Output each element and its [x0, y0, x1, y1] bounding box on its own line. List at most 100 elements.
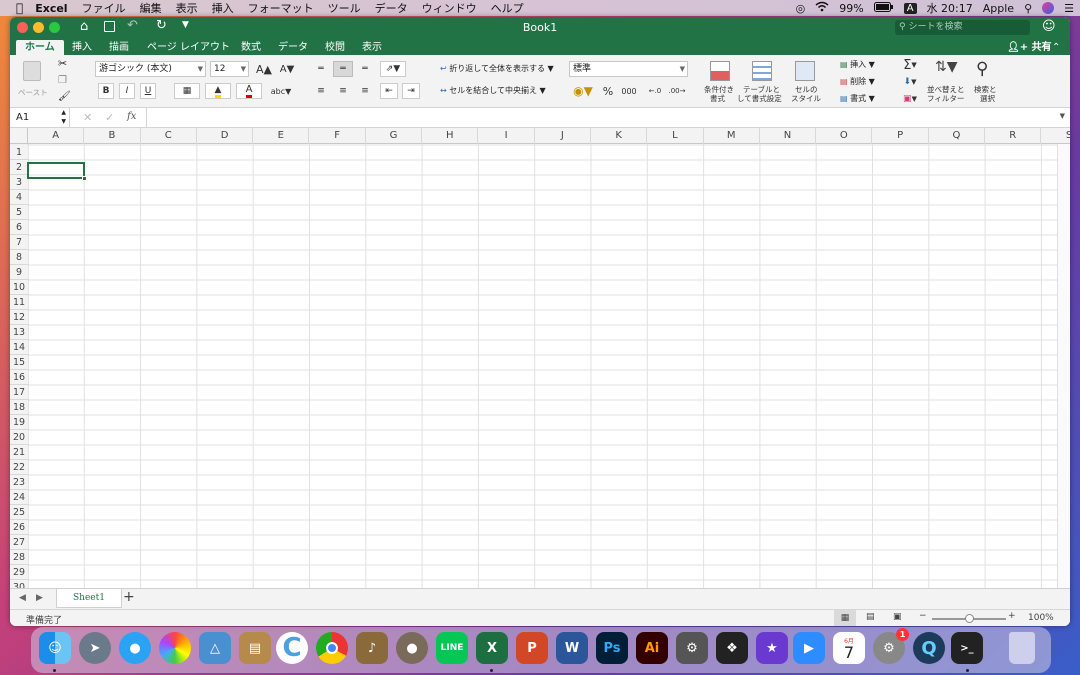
align-bottom-button[interactable]: ═ [356, 61, 374, 77]
merge-center-button[interactable]: ↔ セルを結合して中央揃え ▼ [440, 85, 546, 96]
spotlight-icon[interactable]: ⚲ [1024, 2, 1032, 15]
chrome-icon[interactable] [316, 632, 348, 664]
disk-utility-icon[interactable]: ⚙ [676, 632, 708, 664]
row-header-8[interactable]: 8 [10, 250, 28, 265]
name-box[interactable]: A1 ▲ ▼ [10, 108, 70, 127]
close-button[interactable] [17, 22, 28, 33]
next-sheet-icon[interactable]: ▶ [36, 593, 43, 603]
add-sheet-button[interactable]: + [123, 589, 135, 605]
fill-handle[interactable] [82, 176, 87, 181]
terminal-icon[interactable]: >_ [951, 632, 983, 664]
menu-format[interactable]: フォーマット [248, 0, 314, 16]
zoom-slider[interactable] [932, 614, 1006, 623]
row-header-16[interactable]: 16 [10, 370, 28, 385]
tab-formulas[interactable]: 数式 [241, 40, 261, 55]
powerpoint-icon[interactable]: P [516, 632, 548, 664]
row-header-30[interactable]: 30 [10, 580, 28, 588]
row-header-12[interactable]: 12 [10, 310, 28, 325]
bold-button[interactable]: B [98, 83, 114, 99]
cut-icon[interactable]: ✂ [58, 57, 67, 70]
font-size-select[interactable]: 12 ▼ [210, 61, 249, 77]
row-header-26[interactable]: 26 [10, 520, 28, 535]
delete-cells-button[interactable]: ▤ 削除 ▼ [840, 76, 875, 87]
row-header-7[interactable]: 7 [10, 235, 28, 250]
column-header-M[interactable]: M [704, 128, 760, 144]
zoom-level[interactable]: 100% [1028, 613, 1054, 623]
wifi-icon[interactable] [815, 1, 829, 15]
tab-home[interactable]: ホーム [16, 40, 64, 55]
user-name[interactable]: Apple [983, 2, 1014, 15]
save-icon[interactable] [104, 21, 115, 32]
battery-icon[interactable] [873, 1, 894, 15]
messages-icon[interactable]: ● [119, 632, 151, 664]
orientation-button[interactable]: ⇗▼ [380, 61, 406, 77]
font-color-button[interactable]: A [236, 83, 262, 99]
confirm-formula-icon[interactable]: ✓ [105, 111, 114, 124]
number-format-select[interactable]: 標準 ▼ [569, 61, 688, 77]
row-header-25[interactable]: 25 [10, 505, 28, 520]
row-header-10[interactable]: 10 [10, 280, 28, 295]
prev-sheet-icon[interactable]: ◀ [19, 593, 26, 603]
undo-icon[interactable]: ↶ [127, 18, 138, 33]
column-header-Q[interactable]: Q [929, 128, 986, 144]
column-header-I[interactable]: I [478, 128, 535, 144]
vertical-scrollbar[interactable] [1057, 144, 1070, 588]
column-header-A[interactable]: A [28, 128, 85, 144]
column-header-P[interactable]: P [873, 128, 929, 144]
expand-formula-icon[interactable]: ▼ [1060, 112, 1065, 120]
column-header-S[interactable]: S [1041, 128, 1070, 144]
row-header-18[interactable]: 18 [10, 400, 28, 415]
italic-button[interactable]: I [119, 83, 135, 99]
column-header-R[interactable]: R [985, 128, 1042, 144]
zoom-slider-thumb[interactable] [965, 614, 974, 623]
smiley-feedback-icon[interactable]: ☺ [1042, 19, 1056, 34]
column-header-E[interactable]: E [253, 128, 310, 144]
column-header-B[interactable]: B [84, 128, 141, 144]
cell-styles-button[interactable]: セルの スタイル [789, 59, 825, 105]
word-icon[interactable]: W [556, 632, 588, 664]
tab-insert[interactable]: 挿入 [72, 40, 92, 55]
imovie-icon[interactable]: ★ [756, 632, 788, 664]
conditional-formatting-button[interactable]: 条件付き 書式 [702, 59, 738, 105]
percent-style-button[interactable]: % [600, 83, 616, 99]
row-header-22[interactable]: 22 [10, 460, 28, 475]
tab-view[interactable]: 表示 [362, 40, 382, 55]
siri-icon[interactable] [1042, 2, 1055, 14]
comma-style-button[interactable]: 000 [619, 83, 639, 99]
row-header-11[interactable]: 11 [10, 295, 28, 310]
control-center-icon[interactable]: ☰ [1064, 2, 1074, 15]
input-source-indicator[interactable]: A [903, 2, 917, 14]
menu-edit[interactable]: 編集 [140, 0, 162, 16]
format-painter-icon[interactable]: 🖌 [58, 91, 71, 102]
row-header-3[interactable]: 3 [10, 175, 28, 190]
cancel-formula-icon[interactable]: ✕ [83, 111, 92, 124]
insert-function-icon[interactable]: fx [127, 111, 136, 122]
sort-filter-button[interactable]: ⇅▼ 並べ替えと フィルター [927, 59, 969, 105]
row-header-2[interactable]: 2 [10, 160, 28, 175]
row-header-9[interactable]: 9 [10, 265, 28, 280]
cast-icon[interactable]: ◎ [796, 2, 806, 15]
row-header-1[interactable]: 1 [10, 145, 28, 160]
row-header-23[interactable]: 23 [10, 475, 28, 490]
underline-button[interactable]: U [140, 83, 156, 99]
row-header-24[interactable]: 24 [10, 490, 28, 505]
launchpad-icon[interactable]: ➤ [79, 632, 111, 664]
row-header-27[interactable]: 27 [10, 535, 28, 550]
excel-icon[interactable]: X [476, 632, 508, 664]
row-header-19[interactable]: 19 [10, 415, 28, 430]
menu-help[interactable]: ヘルプ [491, 0, 524, 16]
menu-view[interactable]: 表示 [176, 0, 198, 16]
menu-data[interactable]: データ [375, 0, 408, 16]
photos-icon[interactable] [159, 632, 191, 664]
select-all-button[interactable] [10, 128, 28, 144]
row-header-17[interactable]: 17 [10, 385, 28, 400]
row-header-4[interactable]: 4 [10, 190, 28, 205]
fill-color-button[interactable]: ▲ [205, 83, 231, 99]
fill-button[interactable]: ⬇ ▼ [898, 74, 922, 90]
apple-menu-icon[interactable]:  [16, 1, 23, 15]
column-header-L[interactable]: L [647, 128, 704, 144]
column-header-N[interactable]: N [760, 128, 817, 144]
phonetic-guide-button[interactable]: abc▼ [268, 82, 294, 100]
system-preferences-icon[interactable]: ⚙ 1 [873, 628, 909, 664]
column-header-H[interactable]: H [422, 128, 479, 144]
